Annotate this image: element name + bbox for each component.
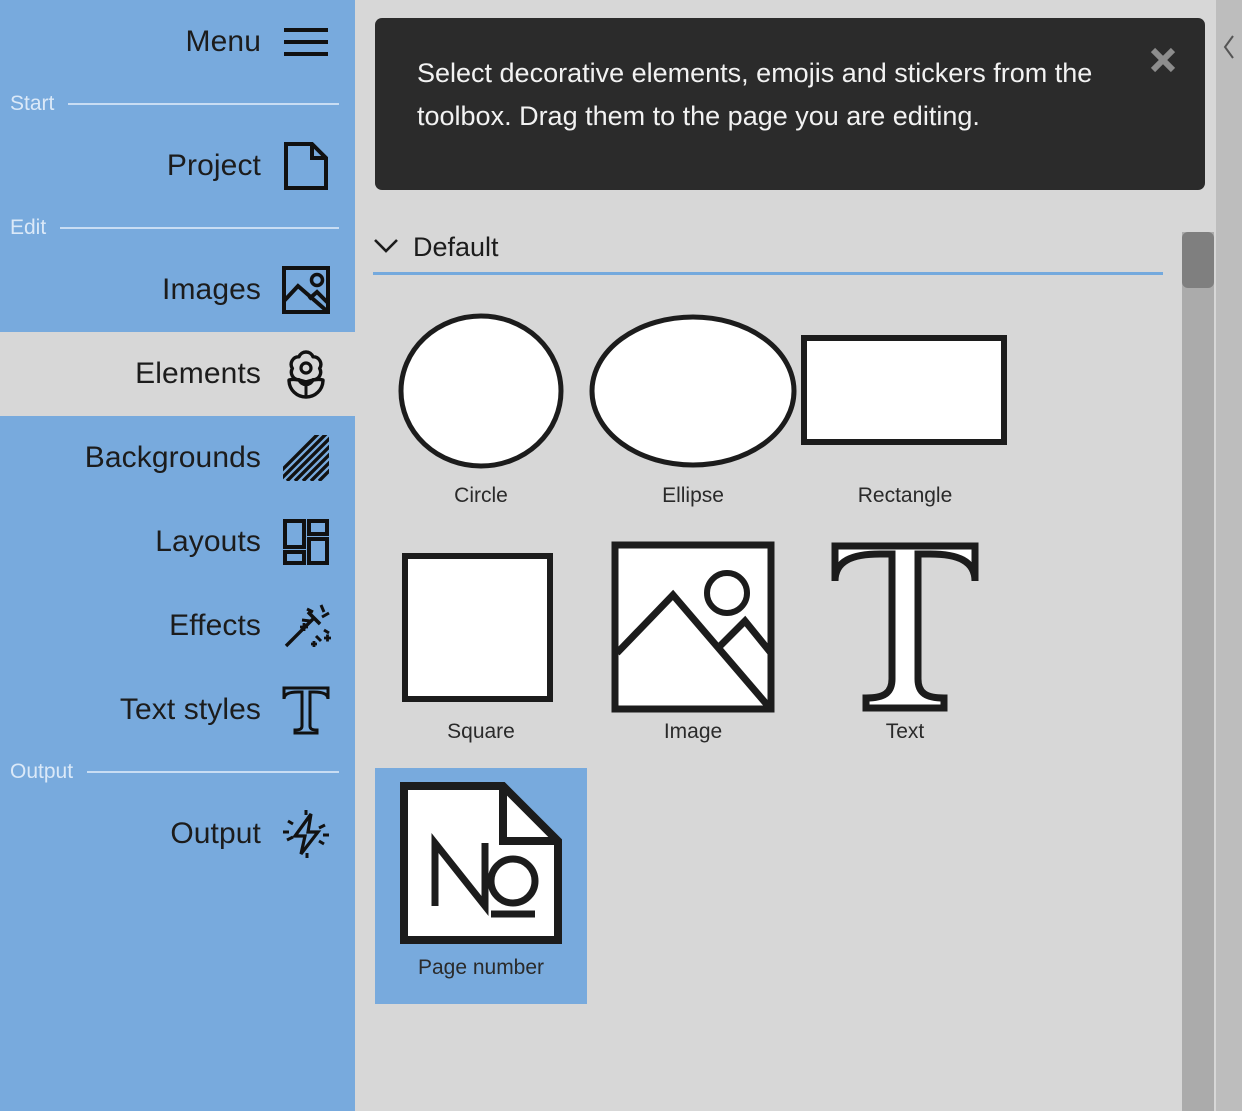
group-underline: [373, 272, 1163, 275]
element-tile-label: Circle: [454, 484, 508, 507]
sidebar-item-label: Effects: [169, 609, 261, 642]
sidebar-section-label: Edit: [10, 216, 47, 239]
sidebar-item-label: Images: [162, 273, 261, 306]
sidebar-item-label: Layouts: [155, 525, 261, 558]
info-tooltip: Select decorative elements, emojis and s…: [375, 18, 1205, 190]
sidebar-item-layouts[interactable]: Layouts: [0, 500, 355, 584]
element-tile-label: Image: [663, 720, 723, 743]
sidebar-item-elements[interactable]: Elements: [0, 332, 355, 416]
flower-icon: [279, 347, 333, 401]
page-number-shape: [375, 778, 587, 948]
element-tile-ellipse[interactable]: Ellipse: [587, 296, 799, 532]
picture-icon: [279, 263, 333, 317]
sidebar-section-label: Start: [10, 92, 55, 115]
lightning-burst-icon: [279, 807, 333, 861]
element-tile-circle[interactable]: Circle: [375, 296, 587, 532]
element-tile-rectangle[interactable]: Rectangle: [799, 296, 1011, 532]
sidebar-item-menu[interactable]: Menu: [0, 0, 355, 84]
sidebar-item-label: Text styles: [119, 693, 261, 726]
close-icon[interactable]: [1143, 40, 1183, 80]
chevron-left-icon: [1222, 34, 1236, 65]
panel-collapse-handle[interactable]: [1216, 0, 1242, 1111]
sidebar: Menu Start Project Edit Images Elements …: [0, 0, 355, 1111]
ellipse-shape: [587, 306, 799, 476]
sidebar-item-images[interactable]: Images: [0, 248, 355, 332]
hamburger-icon: [279, 15, 333, 69]
text-serif-t-shape: [799, 542, 1011, 712]
element-tile-label: Square: [447, 720, 515, 743]
element-tile-label: Ellipse: [662, 484, 724, 507]
sidebar-item-output[interactable]: Output: [0, 792, 355, 876]
element-tile-square[interactable]: Square: [375, 532, 587, 768]
element-tile-label: Rectangle: [857, 484, 953, 507]
sidebar-item-label: Output: [170, 817, 261, 850]
circle-shape: [375, 306, 587, 476]
tooltip-text: Select decorative elements, emojis and s…: [417, 58, 1093, 131]
sidebar-section-start: Start: [0, 84, 355, 124]
document-icon: [279, 139, 333, 193]
hatch-pattern-icon: [279, 431, 333, 485]
divider: [60, 227, 339, 229]
element-tile-page-number[interactable]: Page number: [375, 768, 587, 1004]
sidebar-section-label: Output: [10, 760, 74, 783]
sidebar-item-label: Project: [166, 149, 261, 182]
divider: [87, 771, 339, 773]
sidebar-item-project[interactable]: Project: [0, 124, 355, 208]
scrollbar-thumb[interactable]: [1182, 232, 1214, 288]
image-placeholder-shape: [587, 541, 799, 713]
vertical-scrollbar[interactable]: [1182, 232, 1214, 1111]
element-tile-text[interactable]: Text: [799, 532, 1011, 768]
divider: [68, 103, 339, 105]
elements-grid: Circle Ellipse Rectangle Square Image Te…: [375, 296, 1175, 1004]
chevron-down-icon[interactable]: [373, 237, 399, 259]
rectangle-shape: [799, 306, 1011, 476]
layout-grid-icon: [279, 515, 333, 569]
sidebar-item-effects[interactable]: Effects: [0, 584, 355, 668]
sidebar-section-edit: Edit: [0, 208, 355, 248]
square-shape: [375, 542, 587, 712]
sidebar-item-label: Backgrounds: [84, 441, 261, 474]
element-tile-label: Page number: [417, 956, 545, 979]
sidebar-section-output: Output: [0, 752, 355, 792]
sidebar-item-text-styles[interactable]: Text styles: [0, 668, 355, 752]
group-header-default[interactable]: Default: [373, 232, 1163, 275]
magic-wand-icon: [279, 599, 333, 653]
app-root: Menu Start Project Edit Images Elements …: [0, 0, 1242, 1111]
element-tile-label: Text: [885, 720, 925, 743]
group-label: Default: [413, 232, 499, 262]
element-tile-image[interactable]: Image: [587, 532, 799, 768]
serif-t-icon: [279, 683, 333, 737]
elements-panel: Select decorative elements, emojis and s…: [355, 0, 1242, 1111]
sidebar-item-backgrounds[interactable]: Backgrounds: [0, 416, 355, 500]
sidebar-item-label: Menu: [185, 25, 261, 58]
sidebar-item-label: Elements: [135, 357, 261, 390]
